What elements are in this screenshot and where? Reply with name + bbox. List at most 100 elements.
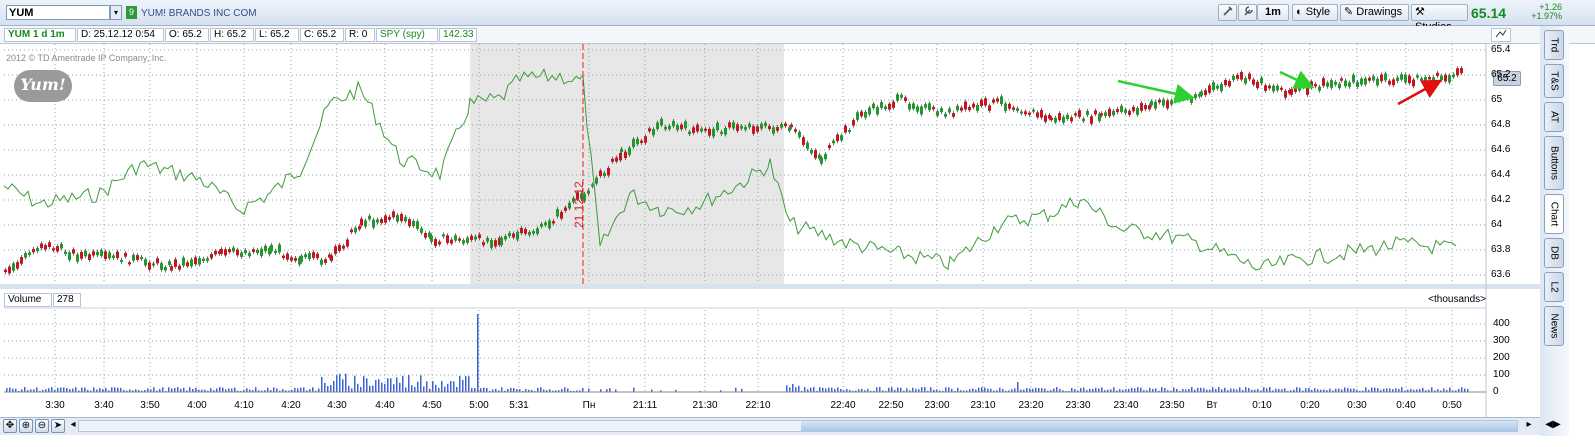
pan-icon[interactable]: ✥ [3,419,17,433]
time-tick-label: 21:11 [632,400,658,411]
scroll-thumb[interactable] [801,421,1517,431]
time-tick-label: Вт [1206,400,1218,411]
time-tick-label: 4:50 [422,400,442,411]
info-high: H: 65.2 [210,28,254,42]
sidebar-tab-db[interactable]: DB [1544,238,1564,268]
zoom-out-icon[interactable]: ⊖ [35,419,49,433]
symbol-input[interactable]: YUM [6,5,110,20]
wrench-icon[interactable] [1238,4,1257,21]
price-tick-label: 64 [1491,219,1503,230]
session-shade [470,44,784,284]
info-close: C: 65.2 [300,28,344,42]
annotation-arrow-red [1397,79,1443,106]
price-change: +1.26 +1.97% [1528,3,1562,21]
day-marker-label: 21.12.12 [572,181,586,228]
time-tick-label: 23:50 [1159,400,1185,411]
time-tick-label: 4:10 [234,400,254,411]
time-tick-label: 5:31 [509,400,529,411]
time-tick-label: 22:40 [830,400,856,411]
company-name: YUM! BRANDS INC COM [141,8,257,19]
sidebar-tab-chart[interactable]: Chart [1544,194,1564,234]
time-tick-label: 0:20 [1300,400,1320,411]
drawings-label: Drawings [1356,6,1403,18]
sidebar-tab-trd[interactable]: Trd [1544,30,1564,60]
volume-header: Volume 278 <thousands> [4,293,1486,309]
time-tick-label: 23:40 [1113,400,1139,411]
time-tick-label: 0:40 [1396,400,1416,411]
sidebar-tab-l2[interactable]: L2 [1544,272,1564,302]
chart-title[interactable]: YUM 1 d 1m [4,28,76,42]
volume-tick-label: 0 [1493,386,1499,397]
right-sidebar: Trd T&S AT Buttons Chart DB L2 News [1540,26,1569,436]
sidebar-tab-ts[interactable]: T&S [1544,64,1564,98]
time-tick-label: 22:50 [878,400,904,411]
compare-symbol[interactable]: SPY (spy) [376,28,438,42]
time-tick-label: 23:10 [970,400,996,411]
price-tick-label: 64.6 [1491,144,1511,155]
price-tick-label: 65 [1491,94,1503,105]
info-open: O: 65.2 [165,28,209,42]
volume-tick-label: 200 [1493,352,1510,363]
time-tick-label: 3:50 [140,400,160,411]
volume-tick-label: 400 [1493,318,1510,329]
time-tick-label: 3:40 [94,400,114,411]
sidebar-tab-buttons[interactable]: Buttons [1544,136,1564,190]
time-tick-label: 4:30 [327,400,347,411]
chart-mode-icon[interactable] [1491,28,1511,42]
pencil-icon: ✎ [1344,6,1354,18]
price-tick-label: 64.2 [1491,194,1511,205]
price-tick-label: 64.4 [1491,169,1511,180]
sidebar-tab-at[interactable]: AT [1544,102,1564,132]
link-badge[interactable]: 9 [126,6,137,19]
chart-area[interactable] [0,44,1540,417]
time-tick-label: 5:00 [469,400,489,411]
annotation-arrow-green [1279,70,1315,89]
time-tick-label: 0:10 [1252,400,1272,411]
time-tick-label: 23:00 [924,400,950,411]
time-tick-label: 3:30 [45,400,65,411]
yum-logo: Yum! [14,70,72,102]
info-date: D: 25.12.12 0:54 [77,28,164,42]
symbol-dropdown-icon[interactable]: ▾ [110,5,122,20]
volume-tick-label: 300 [1493,335,1510,346]
studies-button[interactable]: ⚒ Studies [1411,4,1468,33]
time-tick-label: 23:30 [1065,400,1091,411]
info-low: L: 65.2 [255,28,299,42]
time-tick-label: 4:20 [281,400,301,411]
time-scrollbar[interactable] [78,420,1518,432]
style-icon: ◐ [1296,6,1303,18]
volume-bars [6,314,1469,392]
drawings-button[interactable]: ✎ Drawings [1340,4,1409,21]
price-tick-label: 63.6 [1491,269,1511,280]
top-toolbar: YUM ▾ 9 YUM! BRANDS INC COM 1m ◐ Style ✎… [0,0,1595,33]
info-range: R: 0 [345,28,375,42]
volume-value: 278 [53,293,81,307]
expand-icon[interactable]: ◀▶ [1541,419,1565,433]
zoom-in-icon[interactable]: ⊕ [19,419,33,433]
volume-label[interactable]: Volume [4,293,52,307]
scroll-right-icon[interactable]: ▸ [1522,419,1536,433]
studies-icon: ⚒ [1415,6,1425,18]
time-tick-label: 22:10 [745,400,771,411]
time-tick-label: 0:50 [1442,400,1462,411]
sidebar-tab-news[interactable]: News [1544,306,1564,346]
percent-change: +1.97% [1531,11,1562,21]
cursor-icon[interactable]: ➤ [51,419,65,433]
chart-info-bar: YUM 1 d 1m D: 25.12.12 0:54 O: 65.2 H: 6… [0,26,1595,44]
price-tick-label: 64.8 [1491,119,1511,130]
time-tick-label: 21:30 [692,400,718,411]
copyright-watermark: 2012 © TD Ameritrade IP Company, Inc. [6,53,167,63]
volume-tick-label: 100 [1493,369,1510,380]
time-tick-label: Пн [582,400,596,411]
price-tick-label: 65.2 [1491,69,1511,80]
pane-splitter[interactable] [0,284,1540,289]
volume-units: <thousands> [1428,294,1486,305]
compare-value: 142.33 [439,28,477,42]
time-tick-label: 23:20 [1018,400,1044,411]
time-tick-label: 4:40 [375,400,395,411]
style-label: Style [1305,6,1331,18]
timeframe-button[interactable]: 1m [1257,4,1289,21]
price-tick-label: 65.4 [1491,44,1511,55]
settings-icon[interactable] [1218,4,1237,21]
style-button[interactable]: ◐ Style [1292,4,1338,21]
